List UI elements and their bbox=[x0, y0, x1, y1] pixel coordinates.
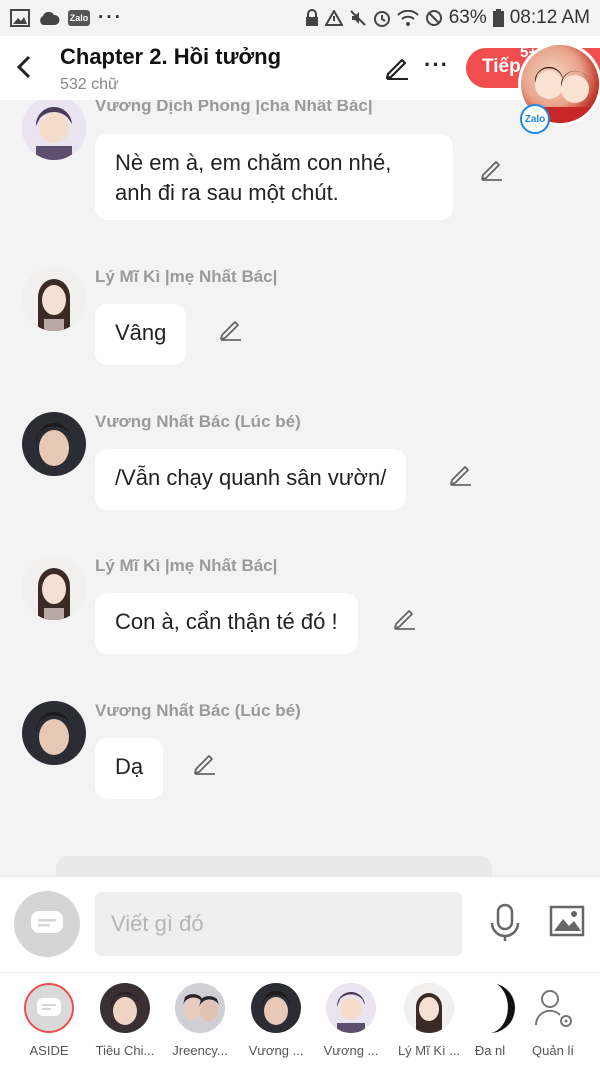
avatar[interactable] bbox=[22, 556, 86, 620]
avatar bbox=[175, 983, 225, 1033]
status-bar: Zalo ··· 63% 08:12 AM bbox=[0, 0, 600, 36]
chat-bubble-icon bbox=[31, 911, 63, 933]
more-options-button[interactable]: ··· bbox=[424, 52, 449, 78]
pencil-icon bbox=[385, 58, 408, 80]
battery-icon bbox=[492, 9, 504, 27]
character-aside[interactable]: ASIDE bbox=[14, 983, 84, 1058]
image-icon bbox=[549, 905, 585, 937]
sender-name: Lý Mĩ Kì |mẹ Nhất Bác| bbox=[95, 556, 278, 575]
character-label: ASIDE bbox=[29, 1043, 69, 1058]
word-count: 532 chữ bbox=[60, 76, 119, 93]
zalo-notification-icon: Zalo bbox=[68, 10, 90, 26]
character-item[interactable]: Vương ... bbox=[316, 983, 386, 1058]
avatar bbox=[465, 983, 515, 1033]
edit-message-icon[interactable] bbox=[193, 751, 217, 775]
warning-icon bbox=[324, 10, 343, 26]
message-text: Dạ bbox=[115, 754, 144, 779]
message-bubble[interactable]: Nè em à, em chăm con nhé, anh đi ra sau … bbox=[95, 134, 453, 220]
clock: 08:12 AM bbox=[509, 7, 590, 28]
avatar[interactable] bbox=[22, 267, 86, 331]
microphone-icon bbox=[490, 903, 520, 941]
character-label: Tiêu Chi... bbox=[95, 1043, 155, 1058]
cloud-icon bbox=[38, 10, 60, 26]
mute-icon bbox=[349, 9, 367, 27]
wifi-icon bbox=[396, 10, 419, 26]
character-item[interactable]: Lý Mĩ Kì ... bbox=[394, 983, 464, 1058]
sender-name: Vương Nhất Bác (Lúc bé) bbox=[95, 701, 301, 720]
chat-area[interactable]: Vương Dịch Phong |cha Nhất Bác| Nè em à,… bbox=[0, 100, 600, 876]
character-label: Lý Mĩ Kì ... bbox=[397, 1043, 461, 1058]
chapter-header: Chapter 2. Hồi tưởng 532 chữ ··· Tiếp 5+ bbox=[0, 36, 600, 100]
message-bubble[interactable]: Con à, cẩn thận té đó ! bbox=[95, 593, 358, 654]
avatar[interactable] bbox=[22, 100, 86, 160]
sender-name: Vương Dịch Phong |cha Nhất Bác| bbox=[95, 100, 373, 115]
do-not-disturb-icon bbox=[425, 9, 443, 27]
sender-name: Vương Nhất Bác (Lúc bé) bbox=[95, 412, 301, 431]
next-button-label: Tiếp bbox=[482, 56, 521, 77]
character-label: Vương ... bbox=[248, 1043, 304, 1058]
edit-message-icon[interactable] bbox=[219, 317, 243, 341]
avatar bbox=[251, 983, 301, 1033]
partial-message-placeholder bbox=[56, 856, 492, 876]
message-text: Vâng bbox=[115, 320, 167, 345]
edit-message-icon[interactable] bbox=[480, 157, 504, 181]
chat-bubble-icon bbox=[37, 998, 61, 1016]
character-label: Đa nl bbox=[474, 1043, 506, 1058]
battery-percent: 63% bbox=[448, 7, 487, 28]
message-bubble[interactable]: Dạ bbox=[95, 738, 164, 799]
message-input[interactable] bbox=[95, 892, 462, 956]
avatar bbox=[326, 983, 376, 1033]
alarm-icon bbox=[373, 9, 391, 27]
image-button[interactable] bbox=[549, 905, 585, 942]
more-notifications-icon: ··· bbox=[98, 7, 123, 28]
microphone-button[interactable] bbox=[489, 903, 521, 948]
character-label: Jreency... bbox=[172, 1043, 228, 1058]
avatar[interactable] bbox=[22, 412, 86, 476]
message-mode-button[interactable] bbox=[14, 891, 80, 957]
character-label: Vương ... bbox=[323, 1043, 379, 1058]
avatar bbox=[100, 983, 150, 1033]
character-label: Quản lí bbox=[532, 1043, 574, 1058]
character-item[interactable]: Đa nl bbox=[460, 983, 520, 1058]
edit-message-icon[interactable] bbox=[449, 462, 473, 486]
message-text: Nè em à, em chăm con nhé, anh đi ra sau … bbox=[115, 150, 392, 205]
avatar bbox=[404, 983, 454, 1033]
gallery-icon bbox=[10, 9, 30, 27]
sender-name: Lý Mĩ Kì |mẹ Nhất Bác| bbox=[95, 267, 278, 286]
composer bbox=[0, 876, 600, 972]
avatar[interactable] bbox=[22, 701, 86, 765]
message-text: /Vẫn chạy quanh sân vườn/ bbox=[115, 465, 387, 490]
character-bar: ASIDE Tiêu Chi... Jreency... Vương ... V… bbox=[0, 972, 600, 1067]
message-bubble[interactable]: /Vẫn chạy quanh sân vườn/ bbox=[95, 449, 407, 510]
character-item[interactable]: Tiêu Chi... bbox=[90, 983, 160, 1058]
manage-characters-button[interactable]: Quản lí bbox=[518, 983, 588, 1058]
lock-icon bbox=[305, 9, 319, 27]
manage-icon bbox=[528, 983, 578, 1033]
chevron-left-icon bbox=[16, 55, 31, 79]
character-item[interactable]: Jreency... bbox=[165, 983, 235, 1058]
aside-avatar bbox=[24, 983, 74, 1033]
message-bubble[interactable]: Vâng bbox=[95, 304, 187, 365]
character-item[interactable]: Vương ... bbox=[241, 983, 311, 1058]
edit-message-icon[interactable] bbox=[393, 606, 417, 630]
message-text: Con à, cẩn thận té đó ! bbox=[115, 609, 338, 634]
edit-chapter-button[interactable] bbox=[384, 54, 410, 85]
back-button[interactable] bbox=[10, 50, 38, 84]
chapter-title: Chapter 2. Hồi tưởng bbox=[60, 44, 282, 69]
